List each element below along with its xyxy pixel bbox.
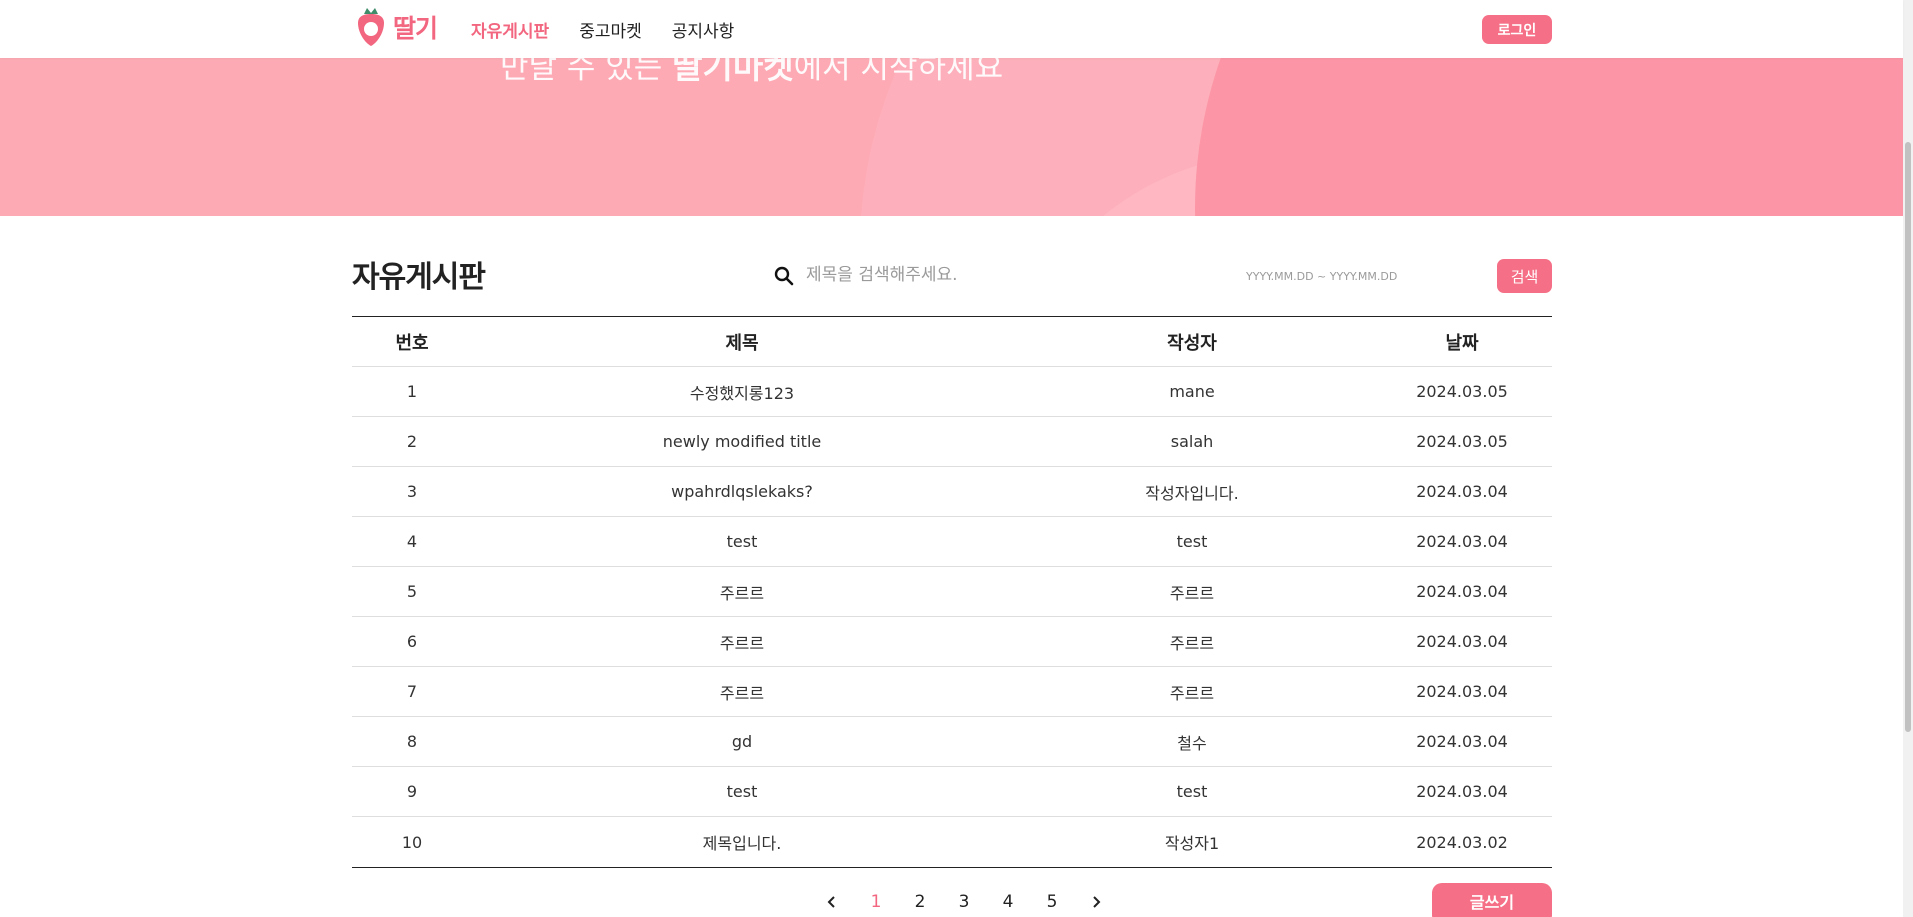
table-row[interactable]: 1 수정했지롱123 mane 2024.03.05	[352, 367, 1552, 417]
prev-page-button[interactable]	[810, 895, 854, 909]
row-title[interactable]: 주르르	[472, 680, 1012, 704]
table-row[interactable]: 2 newly modified title salah 2024.03.05	[352, 417, 1552, 467]
top-header: 딸기 자유게시판 중고마켓 공지사항 로그인	[0, 0, 1903, 58]
row-title[interactable]: test	[472, 782, 1012, 801]
nav-notice[interactable]: 공지사항	[672, 17, 735, 42]
hero-banner: 만날 수 있는 딸기마켓에서 시작하세요	[0, 58, 1903, 216]
row-author: test	[1176, 782, 1208, 801]
page: 만날 수 있는 딸기마켓에서 시작하세요 딸기 자유게시판 중고마켓 공지사항 …	[0, 0, 1913, 917]
nav-free-board[interactable]: 자유게시판	[471, 17, 549, 42]
column-header-date: 날짜	[1445, 332, 1479, 354]
table-row[interactable]: 9 test test 2024.03.04	[352, 767, 1552, 817]
table-header-row: 번호 제목 작성자 날짜	[352, 317, 1552, 367]
row-date: 2024.03.04	[1416, 482, 1508, 501]
table-row[interactable]: 3 wpahrdlqslekaks? 작성자입니다. 2024.03.04	[352, 467, 1552, 517]
table-row[interactable]: 6 주르르 주르르 2024.03.04	[352, 617, 1552, 667]
banner-decor-circle	[1195, 58, 1903, 216]
column-header-author: 작성자	[1167, 332, 1217, 354]
logo-text: 딸기	[393, 14, 438, 43]
row-date: 2024.03.05	[1416, 432, 1508, 451]
row-number: 1	[406, 382, 418, 401]
date-range-input[interactable]	[1246, 262, 1476, 290]
row-author: 철수	[1177, 733, 1207, 753]
search-icon[interactable]	[773, 265, 795, 287]
table-row[interactable]: 5 주르르 주르르 2024.03.04	[352, 567, 1552, 617]
page-2-button[interactable]: 2	[898, 892, 942, 912]
write-post-button[interactable]: 글쓰기	[1432, 883, 1552, 917]
row-date: 2024.03.04	[1416, 582, 1508, 601]
row-number: 4	[406, 532, 418, 551]
column-header-title: 제목	[725, 332, 759, 354]
login-button[interactable]: 로그인	[1482, 15, 1552, 44]
row-number: 7	[406, 682, 418, 701]
row-author: salah	[1170, 432, 1214, 451]
strawberry-logo-icon	[358, 8, 384, 46]
row-number: 8	[406, 732, 418, 751]
table-row[interactable]: 7 주르르 주르르 2024.03.04	[352, 667, 1552, 717]
row-number: 3	[406, 482, 418, 501]
main-nav: 자유게시판 중고마켓 공지사항	[471, 17, 734, 42]
board-table: 번호 제목 작성자 날짜 1 수정했지롱123 mane 2024.03.05 …	[352, 316, 1552, 868]
logo[interactable]: 딸기	[352, 4, 440, 50]
page-scrollbar[interactable]	[1903, 0, 1913, 917]
row-date: 2024.03.04	[1416, 682, 1508, 701]
row-title[interactable]: newly modified title	[472, 432, 1012, 451]
row-number: 9	[406, 782, 418, 801]
row-author: mane	[1169, 382, 1215, 401]
row-title[interactable]: wpahrdlqslekaks?	[472, 482, 1012, 501]
row-title[interactable]: gd	[472, 732, 1012, 751]
row-title[interactable]: 제목입니다.	[472, 830, 1012, 854]
row-number: 2	[406, 432, 418, 451]
table-row[interactable]: 10 제목입니다. 작성자1 2024.03.02	[352, 817, 1552, 867]
search-input[interactable]	[806, 258, 1136, 292]
search-button[interactable]: 검색	[1497, 259, 1552, 293]
row-number: 6	[406, 632, 418, 651]
table-row[interactable]: 4 test test 2024.03.04	[352, 517, 1552, 567]
row-number: 10	[401, 832, 423, 852]
row-title[interactable]: 수정했지롱123	[472, 380, 1012, 404]
row-author: test	[1176, 532, 1208, 551]
row-date: 2024.03.04	[1416, 532, 1508, 551]
chevron-left-icon	[827, 896, 835, 908]
row-author: 작성자입니다.	[1145, 483, 1239, 503]
row-date: 2024.03.02	[1416, 832, 1508, 852]
nav-used-market[interactable]: 중고마켓	[579, 17, 642, 42]
row-number: 5	[406, 582, 418, 601]
page-1-button[interactable]: 1	[854, 892, 898, 912]
page-4-button[interactable]: 4	[986, 892, 1030, 912]
pagination: 1 2 3 4 5	[810, 892, 1118, 912]
scrollbar-thumb[interactable]	[1905, 142, 1911, 732]
row-author: 주르르	[1169, 683, 1215, 703]
row-date: 2024.03.05	[1416, 382, 1508, 401]
column-header-number: 번호	[395, 332, 429, 354]
row-title[interactable]: 주르르	[472, 630, 1012, 654]
page-5-button[interactable]: 5	[1030, 892, 1074, 912]
row-author: 작성자1	[1164, 834, 1220, 853]
row-title[interactable]: test	[472, 532, 1012, 551]
chevron-right-icon	[1093, 896, 1101, 908]
row-title[interactable]: 주르르	[472, 580, 1012, 604]
banner-headline: 만날 수 있는 딸기마켓에서 시작하세요	[500, 58, 1004, 86]
page-3-button[interactable]: 3	[942, 892, 986, 912]
row-date: 2024.03.04	[1416, 732, 1508, 751]
next-page-button[interactable]	[1074, 895, 1118, 909]
row-date: 2024.03.04	[1416, 782, 1508, 801]
table-row[interactable]: 8 gd 철수 2024.03.04	[352, 717, 1552, 767]
row-author: 주르르	[1169, 583, 1215, 603]
row-date: 2024.03.04	[1416, 632, 1508, 651]
board-title: 자유게시판	[352, 260, 486, 295]
row-author: 주르르	[1169, 633, 1215, 653]
